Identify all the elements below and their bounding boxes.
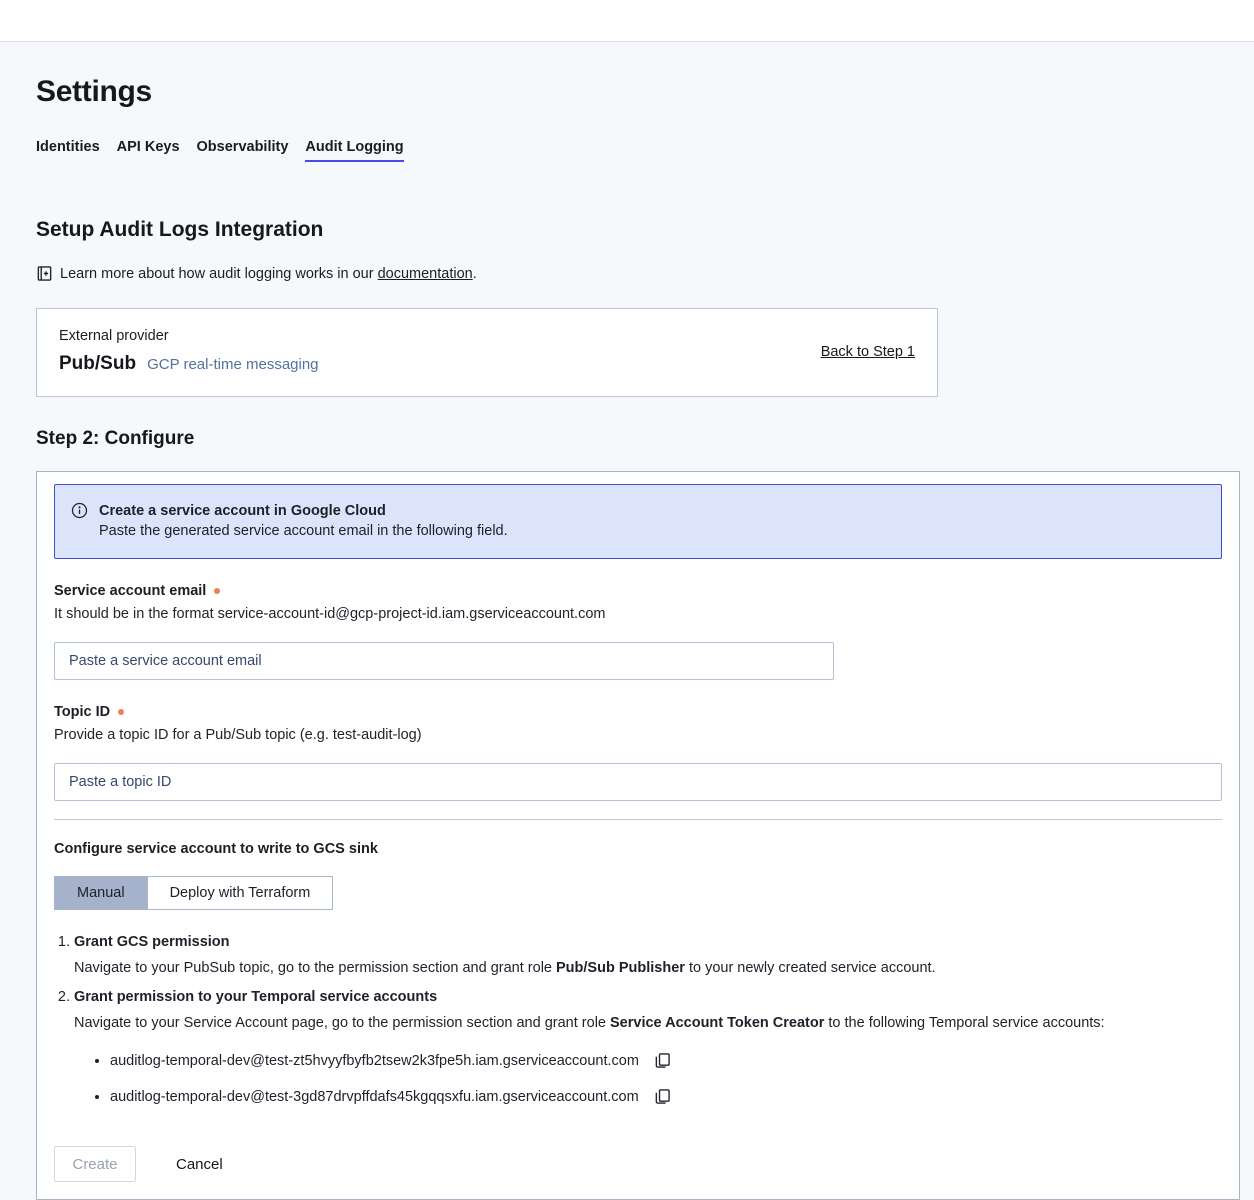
service-account-email-label: Service account email xyxy=(54,583,1222,599)
tab-observability[interactable]: Observability xyxy=(197,139,289,162)
instruction-step-2: Grant permission to your Temporal servic… xyxy=(74,987,1222,1107)
form-actions: Create Cancel xyxy=(54,1146,1222,1182)
list-item: auditlog-temporal-dev@test-zt5hvyyfbyfb2… xyxy=(110,1050,1222,1071)
documentation-link[interactable]: documentation xyxy=(378,266,473,282)
service-account-email: auditlog-temporal-dev@test-3gd87drvpffda… xyxy=(110,1089,639,1105)
required-indicator xyxy=(214,588,220,594)
instruction-1-body: Navigate to your PubSub topic, go to the… xyxy=(74,958,1222,978)
page-title: Settings xyxy=(36,75,1218,109)
external-provider-card: External provider Pub/Sub GCP real-time … xyxy=(36,308,938,397)
topic-id-input[interactable] xyxy=(54,763,1222,801)
info-alert: Create a service account in Google Cloud… xyxy=(54,484,1222,559)
sink-method-toggle: Manual Deploy with Terraform xyxy=(54,876,333,910)
top-bar xyxy=(0,0,1254,42)
instruction-step-1: Grant GCS permission Navigate to your Pu… xyxy=(74,932,1222,978)
manual-tab[interactable]: Manual xyxy=(55,877,147,909)
service-account-email-helper: It should be in the format service-accou… xyxy=(54,606,1222,622)
gcs-sink-label: Configure service account to write to GC… xyxy=(54,841,1222,857)
back-to-step1-link[interactable]: Back to Step 1 xyxy=(821,344,915,360)
service-account-email-input[interactable] xyxy=(54,642,834,680)
instruction-2-body: Navigate to your Service Account page, g… xyxy=(74,1013,1222,1033)
section-title: Setup Audit Logs Integration xyxy=(36,218,1218,242)
topic-id-label: Topic ID xyxy=(54,704,1222,720)
alert-body: Paste the generated service account emai… xyxy=(99,521,508,541)
list-item: auditlog-temporal-dev@test-3gd87drvpffda… xyxy=(110,1086,1222,1107)
section-divider xyxy=(54,819,1222,820)
learn-more-text: Learn more about how audit logging works… xyxy=(60,266,477,282)
copy-button[interactable] xyxy=(652,1086,673,1107)
step2-configure-panel: Create a service account in Google Cloud… xyxy=(36,471,1240,1200)
manual-instructions: Grant GCS permission Navigate to your Pu… xyxy=(54,932,1222,1107)
step2-title: Step 2: Configure xyxy=(36,428,1218,450)
settings-page: Settings Identities API Keys Observabili… xyxy=(0,75,1254,1200)
provider-info: External provider Pub/Sub GCP real-time … xyxy=(59,328,319,375)
tab-identities[interactable]: Identities xyxy=(36,139,100,162)
alert-title: Create a service account in Google Cloud xyxy=(99,501,508,521)
instruction-1-title: Grant GCS permission xyxy=(74,932,1222,952)
book-icon xyxy=(36,265,53,282)
learn-more-row: Learn more about how audit logging works… xyxy=(36,265,1218,282)
provider-label: External provider xyxy=(59,328,319,344)
provider-name: Pub/Sub xyxy=(59,353,136,375)
settings-tabs: Identities API Keys Observability Audit … xyxy=(36,139,1218,162)
tab-audit-logging[interactable]: Audit Logging xyxy=(305,139,403,162)
copy-button[interactable] xyxy=(652,1050,673,1071)
instruction-2-title: Grant permission to your Temporal servic… xyxy=(74,987,1222,1007)
info-icon xyxy=(71,502,88,519)
required-indicator xyxy=(118,709,124,715)
cancel-button[interactable]: Cancel xyxy=(170,1155,229,1174)
create-button[interactable]: Create xyxy=(54,1146,136,1182)
temporal-service-accounts-list: auditlog-temporal-dev@test-zt5hvyyfbyfb2… xyxy=(74,1050,1222,1107)
copy-icon xyxy=(654,1088,671,1105)
tab-api-keys[interactable]: API Keys xyxy=(117,139,180,162)
topic-id-helper: Provide a topic ID for a Pub/Sub topic (… xyxy=(54,727,1222,743)
service-account-email: auditlog-temporal-dev@test-zt5hvyyfbyfb2… xyxy=(110,1053,639,1069)
copy-icon xyxy=(654,1052,671,1069)
provider-description: GCP real-time messaging xyxy=(147,356,318,373)
deploy-with-terraform-tab[interactable]: Deploy with Terraform xyxy=(147,877,333,909)
